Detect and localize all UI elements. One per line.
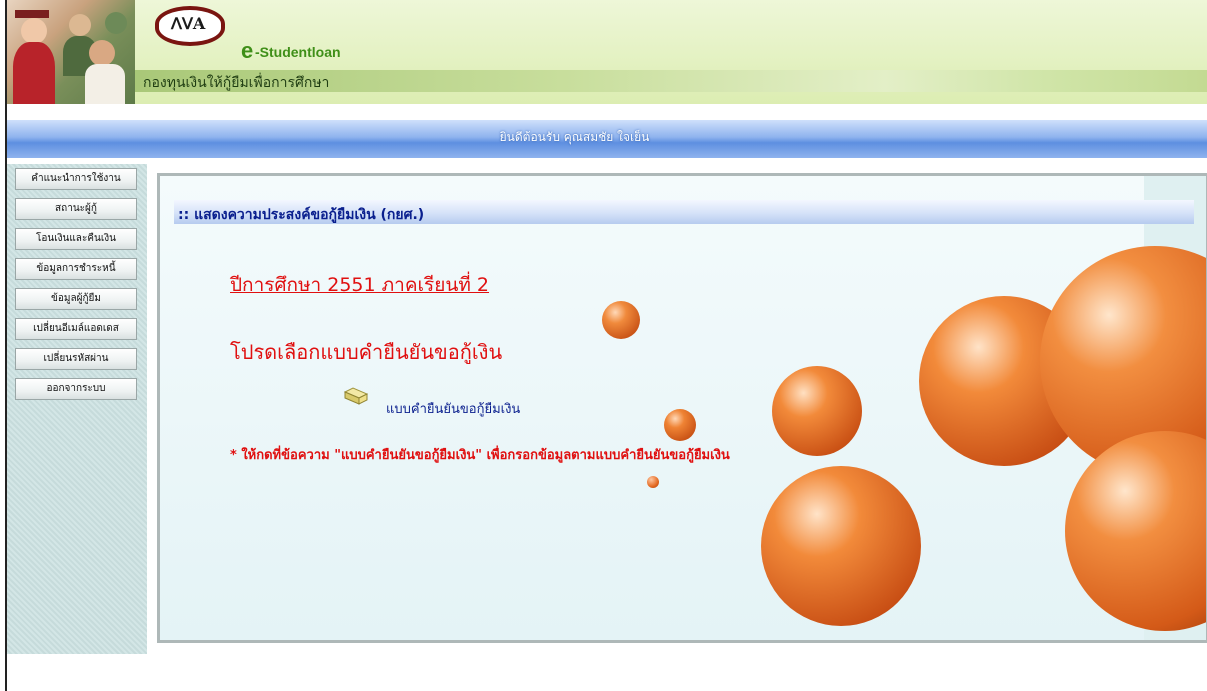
decorative-sphere bbox=[647, 476, 659, 488]
decorative-sphere bbox=[664, 409, 696, 441]
sidebar-item-change-password[interactable]: เปลี่ยนรหัสผ่าน bbox=[15, 348, 137, 370]
fund-name: กองทุนเงินให้กู้ยืมเพื่อการศึกษา bbox=[143, 75, 330, 91]
page-frame: ᐱᐯA e -Studentloan กองทุนเงินให้กู้ยืมเพ… bbox=[5, 0, 1207, 691]
academic-year-heading: ปีการศึกษา 2551 ภาคเรียนที่ 2 bbox=[230, 274, 490, 296]
decorative-sphere bbox=[1065, 431, 1206, 631]
sidebar-item-change-email[interactable]: เปลี่ยนอีเมล์แอดเดส bbox=[15, 318, 137, 340]
decorative-sphere bbox=[602, 301, 640, 339]
content-panel: :: แสดงความประสงค์ขอกู้ยืมเงิน (กยศ.) ปี… bbox=[157, 173, 1207, 643]
brand-studentloan: -Studentloan bbox=[255, 44, 341, 60]
content-area: :: แสดงความประสงค์ขอกู้ยืมเงิน (กยศ.) ปี… bbox=[160, 176, 1206, 640]
decorative-sphere bbox=[761, 466, 921, 626]
header-photo bbox=[7, 0, 135, 104]
confirm-loan-form-link[interactable]: แบบคำยืนยันขอกู้ยืมเงิน bbox=[386, 398, 520, 419]
section-title: :: แสดงความประสงค์ขอกู้ยืมเงิน (กยศ.) bbox=[178, 207, 425, 223]
site-header: ᐱᐯA e -Studentloan กองทุนเงินให้กู้ยืมเพ… bbox=[7, 0, 1207, 104]
folder-icon bbox=[343, 387, 369, 405]
sidebar-item-transfer-refund[interactable]: โอนเงินและคืนเงิน bbox=[15, 228, 137, 250]
sidebar-item-repayment-info[interactable]: ข้อมูลการชำระหนี้ bbox=[15, 258, 137, 280]
sidebar-item-borrower-status[interactable]: สถานะผู้กู้ bbox=[15, 198, 137, 220]
sidebar: คำแนะนำการใช้งาน สถานะผู้กู้ โอนเงินและค… bbox=[7, 164, 147, 654]
brand-e-letter: e bbox=[241, 38, 254, 63]
choose-form-heading: โปรดเลือกแบบคำยืนยันขอกู้เงิน bbox=[230, 340, 503, 364]
welcome-text: ยินดีต้อนรับ คุณสมชัย ใจเย็น bbox=[499, 130, 650, 144]
sidebar-item-borrower-info[interactable]: ข้อมูลผู้กู้ยืม bbox=[15, 288, 137, 310]
sidebar-item-logout[interactable]: ออกจากระบบ bbox=[15, 378, 137, 400]
sidebar-item-usage-guide[interactable]: คำแนะนำการใช้งาน bbox=[15, 168, 137, 190]
instruction-note: * ให้กดที่ข้อความ "แบบคำยืนยันขอกู้ยืมเง… bbox=[230, 448, 730, 463]
kyos-logo: ᐱᐯA bbox=[155, 6, 225, 46]
decorative-sphere bbox=[772, 366, 862, 456]
